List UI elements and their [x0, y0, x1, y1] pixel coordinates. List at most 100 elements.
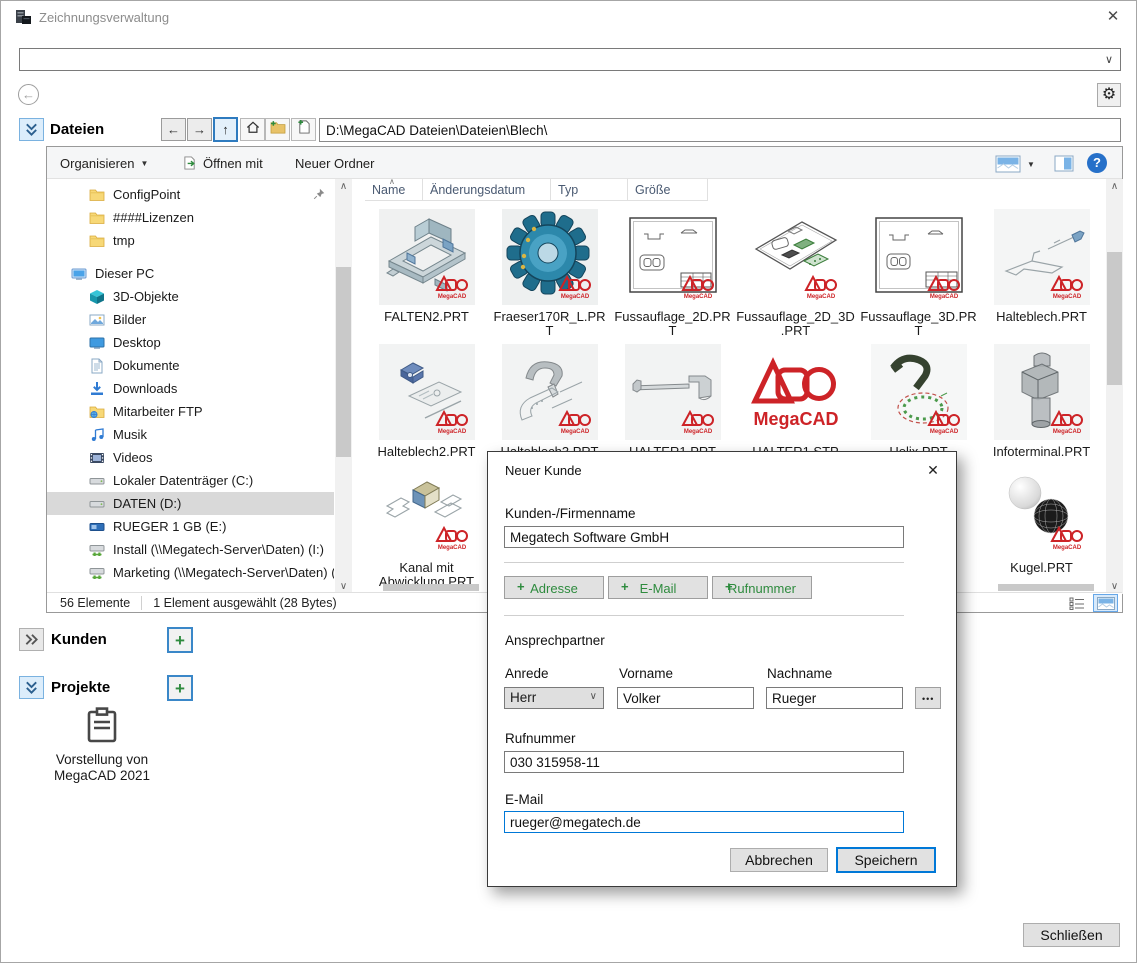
- nav-forward-button[interactable]: →: [187, 118, 212, 141]
- firmenname-input[interactable]: [504, 526, 904, 548]
- tree-item-label: Desktop: [113, 335, 161, 350]
- network-drive-icon: [89, 542, 106, 558]
- scroll-down-icon[interactable]: ∨: [1106, 581, 1123, 592]
- next-row-thumbnail-edge: [998, 584, 1094, 591]
- items-count: 56 Elemente: [60, 596, 130, 610]
- thumbnail-view-button[interactable]: [1093, 594, 1118, 612]
- file-item-fussauflage-2d-3d-prt[interactable]: MegaCADFussauflage_2D_3D.PRT: [734, 209, 857, 338]
- tree-item-bilder[interactable]: Bilder: [47, 308, 334, 331]
- window-title: Zeichnungsverwaltung: [39, 10, 169, 25]
- file-item-kugel-prt[interactable]: MegaCADKugel.PRT: [980, 460, 1103, 589]
- kunden-section-label: Kunden: [51, 631, 107, 648]
- file-item-fraeser170r-l-prt[interactable]: MegaCADFraeser170R_L.PRT: [488, 209, 611, 338]
- tree-item-dieser-pc[interactable]: Dieser PC: [47, 262, 334, 285]
- dialog-close-icon[interactable]: ✕: [922, 460, 944, 480]
- files-scrollbar-thumb[interactable]: [1107, 252, 1122, 385]
- file-item-infoterminal-prt[interactable]: MegaCADInfoterminal.PRT: [980, 344, 1103, 459]
- tree-scrollbar[interactable]: ∧ ∨: [335, 179, 352, 594]
- file-item-kanal-mit-abwicklung-prt[interactable]: MegaCADKanal mit Abwicklung.PRT: [365, 460, 488, 589]
- column-header-typ[interactable]: Typ: [551, 179, 628, 201]
- file-item-fussauflage-3d-prt[interactable]: MegaCADFussauflage_3D.PRT: [857, 209, 980, 338]
- wire-bracket-thumb: MegaCAD: [994, 209, 1090, 305]
- path-input[interactable]: [319, 118, 1121, 142]
- scroll-down-icon[interactable]: ∨: [335, 581, 352, 592]
- preview-pane-button[interactable]: [1054, 155, 1074, 175]
- scroll-up-icon[interactable]: ∧: [335, 181, 352, 192]
- schliessen-button[interactable]: Schließen: [1023, 923, 1120, 947]
- organisieren-menu[interactable]: Organisieren ▼: [52, 147, 156, 179]
- status-separator: [141, 596, 142, 610]
- neuer-ordner-button[interactable]: Neuer Ordner: [287, 147, 382, 179]
- frame-part-thumb: MegaCAD: [379, 209, 475, 305]
- tree-item-label: RUEGER 1 GB (E:): [113, 519, 226, 534]
- nachname-input[interactable]: [766, 687, 903, 709]
- file-item-helix-prt[interactable]: MegaCADHelix.PRT: [857, 344, 980, 459]
- back-button[interactable]: ←: [18, 84, 39, 105]
- tree-item-tmp[interactable]: tmp: [47, 229, 334, 252]
- tree-item-videos[interactable]: Videos: [47, 446, 334, 469]
- tree-item-lokaler-datentr-ger-c[interactable]: Lokaler Datenträger (C:): [47, 469, 334, 492]
- column-header-gr-e[interactable]: Größe: [628, 179, 708, 201]
- tree-item-musik[interactable]: Musik: [47, 423, 334, 446]
- tree-item-marketing-megatech-server-daten-m[interactable]: Marketing (\\Megatech-Server\Daten) (M:): [47, 561, 334, 584]
- tree-item-3d-objekte[interactable]: 3D-Objekte: [47, 285, 334, 308]
- anrede-select[interactable]: Herr ∨: [504, 687, 604, 709]
- kunden-expand-button[interactable]: [19, 628, 44, 651]
- file-item-halteblech-prt[interactable]: MegaCADHalteblech.PRT: [980, 209, 1103, 338]
- large-icons-view-button[interactable]: [995, 155, 1021, 176]
- tree-item-configpoint[interactable]: ConfigPoint: [47, 183, 334, 206]
- add-email-button[interactable]: + E-Mail: [608, 576, 708, 599]
- vorname-input[interactable]: [617, 687, 754, 709]
- window-close-icon[interactable]: ✕: [1098, 5, 1128, 29]
- tree-item-downloads[interactable]: Downloads: [47, 377, 334, 400]
- tree-item-mitarbeiter-ftp[interactable]: Mitarbeiter FTP: [47, 400, 334, 423]
- file-item-halteblech3-prt[interactable]: MegaCADHalteblech3.PRT: [488, 344, 611, 459]
- home-icon: [246, 121, 260, 134]
- file-item-halter1-prt[interactable]: MegaCADHALTER1.PRT: [611, 344, 734, 459]
- dateien-collapse-button[interactable]: [19, 118, 44, 141]
- tree-item-lizenzen[interactable]: ####Lizenzen: [47, 206, 334, 229]
- scroll-up-icon[interactable]: ∧: [1106, 181, 1123, 192]
- file-item-halter1-stp[interactable]: MegaCADHALTER1.STP: [734, 344, 857, 459]
- rufnummer-input[interactable]: [504, 751, 904, 773]
- tree-scrollbar-thumb[interactable]: [336, 267, 351, 457]
- add-rufnummer-button[interactable]: + Rufnummer: [712, 576, 812, 599]
- nav-back-button[interactable]: ←: [161, 118, 186, 141]
- app-icon: [15, 9, 32, 26]
- speichern-button[interactable]: Speichern: [836, 847, 936, 873]
- svg-text:MegaCAD: MegaCAD: [806, 294, 835, 300]
- column-header-nderungsdatum[interactable]: Änderungsdatum: [423, 179, 551, 201]
- tree-item-install-megatech-server-daten-i[interactable]: Install (\\Megatech-Server\Daten) (I:): [47, 538, 334, 561]
- files-scrollbar[interactable]: ∧ ∨: [1106, 179, 1123, 594]
- new-folder-button[interactable]: [265, 118, 290, 141]
- tree-item-label: Mitarbeiter FTP: [113, 404, 203, 419]
- svg-text:MegaCAD: MegaCAD: [929, 429, 958, 435]
- column-header-name[interactable]: Name∧: [365, 179, 423, 201]
- email-input[interactable]: [504, 811, 904, 833]
- tree-item-rueger-1-gb-e[interactable]: RUEGER 1 GB (E:): [47, 515, 334, 538]
- project-item[interactable]: Vorstellung von MegaCAD 2021: [22, 707, 182, 784]
- drive-icon: [89, 496, 106, 512]
- view-dropdown-caret[interactable]: ▼: [1027, 160, 1035, 169]
- details-view-button[interactable]: [1064, 594, 1089, 612]
- projekte-collapse-button[interactable]: [19, 676, 44, 699]
- file-item-falten2-prt[interactable]: MegaCADFALTEN2.PRT: [365, 209, 488, 338]
- drawing-combobox[interactable]: ∨: [19, 48, 1121, 71]
- tree-item-desktop[interactable]: Desktop: [47, 331, 334, 354]
- tree-item-dokumente[interactable]: Dokumente: [47, 354, 334, 377]
- tree-item-daten-d[interactable]: DATEN (D:): [47, 492, 334, 515]
- file-item-halteblech2-prt[interactable]: MegaCADHalteblech2.PRT: [365, 344, 488, 459]
- oeffnen-mit-button[interactable]: Öffnen mit: [175, 147, 271, 179]
- add-kunde-button[interactable]: +: [167, 627, 193, 653]
- file-item-fussauflage-2d-prt[interactable]: MegaCADFussauflage_2D.PRT: [611, 209, 734, 338]
- home-button[interactable]: [240, 118, 265, 141]
- new-file-button[interactable]: [291, 118, 316, 141]
- file-name: Halteblech2.PRT: [365, 445, 488, 459]
- add-projekt-button[interactable]: +: [167, 675, 193, 701]
- more-options-button[interactable]: •••: [915, 687, 941, 709]
- add-adresse-button[interactable]: + Adresse: [504, 576, 604, 599]
- abbrechen-button[interactable]: Abbrechen: [730, 848, 828, 872]
- nav-up-button[interactable]: ↑: [213, 117, 238, 142]
- settings-gear-icon[interactable]: ⚙: [1097, 83, 1121, 107]
- help-icon[interactable]: ?: [1087, 153, 1107, 173]
